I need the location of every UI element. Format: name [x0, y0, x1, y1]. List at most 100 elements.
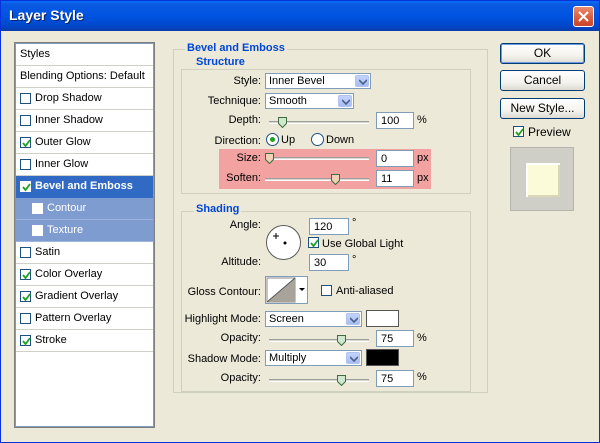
angle-label: Angle:: [229, 219, 261, 231]
preview-label: Preview: [528, 125, 571, 139]
styles-item-inner-glow[interactable]: Inner Glow: [16, 154, 153, 176]
soften-slider-thumb[interactable]: [331, 174, 340, 186]
use-global-light-checkbox[interactable]: [308, 237, 319, 248]
title-bar[interactable]: Layer Style: [1, 1, 599, 31]
radio-selected-dot: [270, 137, 275, 142]
size-value: 0: [381, 153, 388, 165]
window-title: Layer Style: [9, 7, 84, 23]
styles-item-pattern-overlay[interactable]: Pattern Overlay: [16, 308, 153, 330]
altitude-unit: °: [352, 254, 357, 266]
styles-item-label: Bevel and Emboss: [35, 180, 133, 192]
styles-item-checkbox[interactable]: [20, 269, 31, 280]
chevron-down-icon: [355, 75, 369, 87]
shadow-opacity-label: Opacity:: [220, 372, 261, 384]
styles-item-texture[interactable]: Texture: [16, 220, 153, 242]
size-slider[interactable]: [265, 157, 369, 160]
direction-down-radio[interactable]: [311, 133, 324, 146]
shadow-opacity-slider-thumb[interactable]: [337, 375, 346, 387]
chevron-down-icon: [346, 352, 360, 364]
styles-item-checkbox[interactable]: [20, 137, 31, 148]
dropdown-arrow-icon: [299, 288, 305, 291]
styles-item-contour[interactable]: Contour: [16, 198, 153, 220]
checkmark-icon: [22, 293, 31, 302]
highlight-opacity-unit: %: [417, 332, 427, 344]
styles-item-color-overlay[interactable]: Color Overlay: [16, 264, 153, 286]
shadow-opacity-slider[interactable]: [269, 379, 369, 382]
styles-item-label: Gradient Overlay: [35, 290, 119, 302]
ok-button[interactable]: OK: [500, 43, 585, 64]
checkmark-icon: [22, 271, 31, 280]
angle-value: 120: [314, 221, 333, 233]
checkmark-icon: [22, 183, 31, 192]
styles-item-blending-options[interactable]: Blending Options: Default: [16, 66, 153, 88]
layer-style-dialog: Layer Style Styles Blending Options: Defa…: [0, 0, 600, 443]
soften-value: 11: [381, 173, 393, 185]
highlight-opacity-slider[interactable]: [269, 339, 369, 342]
styles-item-label: Inner Glow: [35, 158, 89, 170]
styles-item-gradient-overlay[interactable]: Gradient Overlay: [16, 286, 153, 308]
styles-item-checkbox[interactable]: [20, 181, 31, 192]
styles-item-inner-shadow[interactable]: Inner Shadow: [16, 110, 153, 132]
close-button[interactable]: [573, 6, 594, 27]
anti-aliased-checkbox[interactable]: [321, 285, 332, 296]
styles-item-checkbox[interactable]: [20, 247, 31, 258]
styles-item-checkbox[interactable]: [32, 225, 43, 236]
soften-input[interactable]: 11: [376, 170, 414, 187]
bevel-emboss-title: Bevel and Emboss: [185, 42, 287, 54]
checkmark-icon: [310, 239, 319, 248]
gloss-contour-picker[interactable]: [265, 276, 308, 304]
preview-thumbnail: [510, 147, 574, 211]
styles-item-satin[interactable]: Satin: [16, 242, 153, 264]
contour-curve-icon: [266, 277, 296, 303]
styles-item-label: Inner Shadow: [35, 114, 103, 126]
angle-dial[interactable]: [265, 224, 302, 261]
styles-item-checkbox[interactable]: [20, 313, 31, 324]
styles-item-label: Satin: [35, 246, 61, 258]
angle-unit: °: [352, 217, 357, 229]
styles-list: Styles Blending Options: Default Drop Shad…: [14, 42, 155, 428]
styles-item-checkbox[interactable]: [32, 203, 43, 214]
styles-item-stroke[interactable]: Stroke: [16, 330, 153, 352]
highlight-opacity-slider-thumb[interactable]: [337, 335, 346, 347]
highlight-color-swatch[interactable]: [366, 310, 399, 327]
checkmark-icon: [22, 337, 31, 346]
styles-item-checkbox[interactable]: [20, 291, 31, 302]
highlight-mode-dropdown[interactable]: Screen: [265, 311, 362, 327]
direction-down-label: Down: [326, 134, 355, 146]
shadow-mode-dropdown[interactable]: Multiply: [265, 350, 362, 366]
preview-checkbox[interactable]: [513, 126, 524, 137]
cancel-button[interactable]: Cancel: [500, 70, 585, 91]
size-label: Size:: [236, 152, 261, 164]
shadow-color-swatch[interactable]: [366, 349, 399, 366]
altitude-input[interactable]: 30: [309, 254, 349, 271]
styles-item-label: Stroke: [35, 334, 67, 346]
shadow-opacity-input[interactable]: 75: [376, 370, 414, 387]
angle-input[interactable]: 120: [309, 218, 349, 235]
styles-item-checkbox[interactable]: [20, 159, 31, 170]
preview-swatch: [526, 163, 560, 197]
styles-item-drop-shadow[interactable]: Drop Shadow: [16, 88, 153, 110]
styles-item-checkbox[interactable]: [20, 93, 31, 104]
soften-slider[interactable]: [265, 178, 369, 181]
new-style-button[interactable]: New Style...: [500, 98, 585, 119]
size-slider-thumb[interactable]: [265, 153, 274, 165]
chevron-down-icon: [338, 95, 352, 107]
soften-label: Soften:: [226, 172, 261, 184]
styles-item-styles[interactable]: Styles: [16, 44, 153, 66]
size-input[interactable]: 0: [376, 150, 414, 167]
depth-label: Depth:: [228, 114, 261, 126]
checkmark-icon: [22, 139, 31, 148]
styles-item-label: Blending Options: Default: [20, 70, 145, 82]
technique-dropdown[interactable]: Smooth: [265, 93, 354, 109]
direction-up-radio[interactable]: [266, 133, 279, 146]
styles-item-bevel-and-emboss[interactable]: Bevel and Emboss: [16, 176, 153, 198]
highlight-opacity-input[interactable]: 75: [376, 330, 414, 347]
styles-item-outer-glow[interactable]: Outer Glow: [16, 132, 153, 154]
styles-item-checkbox[interactable]: [20, 335, 31, 346]
anti-aliased-label: Anti-aliased: [336, 285, 394, 297]
technique-value: Smooth: [269, 95, 307, 107]
style-dropdown[interactable]: Inner Bevel: [265, 73, 371, 89]
depth-slider-thumb[interactable]: [278, 117, 287, 129]
styles-item-checkbox[interactable]: [20, 115, 31, 126]
depth-input[interactable]: 100: [376, 112, 414, 129]
